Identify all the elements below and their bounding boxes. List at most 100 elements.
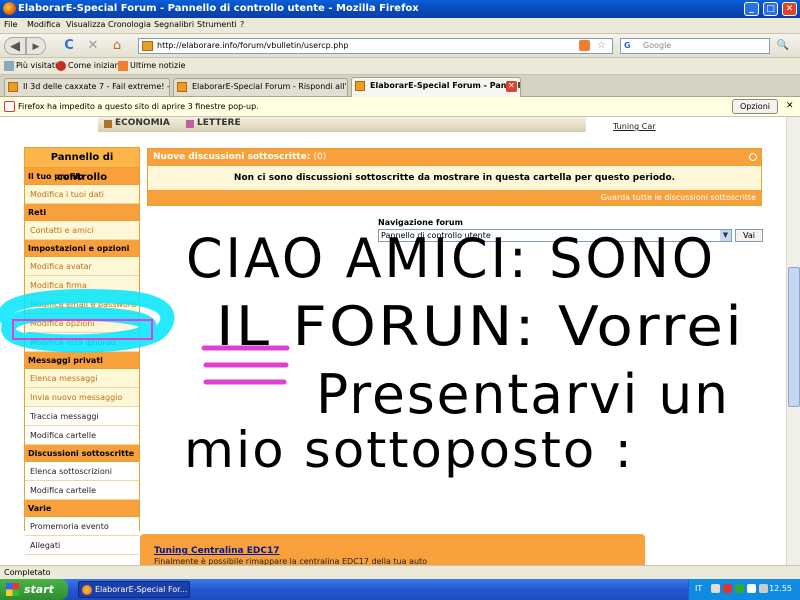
sidebar-item-email-password[interactable]: Modifica email e password: [25, 295, 139, 314]
search-placeholder: Google: [643, 41, 672, 50]
sidebar-heading-misc[interactable]: Varie: [25, 500, 139, 517]
chevron-down-icon[interactable]: ▼: [720, 230, 731, 241]
sidebar-item-edit-sub-folders[interactable]: Modifica cartelle: [25, 481, 139, 500]
tray-icon[interactable]: [711, 584, 720, 593]
tab-favicon: [8, 82, 18, 92]
bookmark-getting-started[interactable]: Come iniziare: [68, 61, 123, 70]
banner-economia[interactable]: ECONOMIA: [115, 118, 170, 128]
sidebar-item-signature[interactable]: Modifica firma: [25, 276, 139, 295]
category-marker: [104, 120, 112, 128]
category-marker: [186, 120, 194, 128]
address-bar[interactable]: http://elaborare.info/forum/vbulletin/us…: [138, 38, 613, 54]
start-label: start: [24, 583, 54, 596]
forum-jump-select[interactable]: Pannello di controllo utente ▼: [378, 229, 732, 242]
menu-strumenti[interactable]: Strumenti: [197, 20, 237, 29]
scrollbar-thumb[interactable]: [788, 267, 800, 407]
taskbar-firefox-item[interactable]: ElaborarE-Special For...: [78, 581, 190, 598]
window-title-bar[interactable]: ElaborarE-Special Forum - Pannello di co…: [0, 0, 800, 18]
menu-bar: File Modifica Visualizza Cronologia Segn…: [0, 18, 800, 34]
star-icon[interactable]: ☆: [597, 39, 606, 53]
sidebar-heading-subscriptions[interactable]: Discussioni sottoscritte: [25, 445, 139, 462]
tab-rispondi[interactable]: ElaborarE-Special Forum - Rispondi all'a…: [173, 78, 348, 96]
forum-navigation: Navigazione forum Pannello di controllo …: [378, 218, 763, 244]
sidebar-item-ignore-list[interactable]: Modifica lista ignorati: [25, 333, 139, 352]
stop-button[interactable]: ✕: [84, 37, 102, 55]
language-indicator[interactable]: IT: [695, 584, 702, 593]
forum-jump-value: Pannello di controllo utente: [381, 231, 491, 240]
back-button[interactable]: ◀: [4, 37, 26, 55]
panel-title: Nuove discussioni sottoscritte:: [153, 152, 311, 162]
google-engine-icon[interactable]: G: [624, 39, 631, 53]
tab-caxxate[interactable]: Il 3d delle caxxate 7 - Fail extreme! - …: [4, 78, 170, 96]
banner-lettere[interactable]: LETTERE: [197, 118, 241, 128]
tab-label: ElaborarE-Special Forum - Rispondi all'a…: [192, 82, 348, 91]
tab-favicon: [355, 81, 365, 91]
handwriting-line-4: mio sottoposto :: [184, 421, 634, 479]
site-banner: ECONOMIA LETTERE: [98, 117, 586, 132]
search-icon[interactable]: 🔍: [774, 37, 792, 55]
sidebar-item-attachments[interactable]: Allegati: [25, 536, 139, 555]
close-window-button[interactable]: ✕: [782, 2, 797, 16]
bookmark-latest-news[interactable]: Ultime notizie: [130, 61, 185, 70]
sidebar-item-send-message[interactable]: Invia nuovo messaggio: [25, 388, 139, 407]
site-favicon: [142, 41, 153, 51]
getting-started-icon: [56, 61, 66, 71]
sidebar-item-edit-profile[interactable]: Modifica i tuoi dati: [25, 185, 139, 204]
sidebar-item-event-reminders[interactable]: Promemoria evento: [25, 517, 139, 536]
tray-icon[interactable]: [735, 584, 744, 593]
panel-count: (0): [313, 152, 327, 162]
sidebar-heading-networks[interactable]: Reti: [25, 204, 139, 221]
volume-icon[interactable]: [759, 584, 768, 593]
sidebar-item-list-subscriptions[interactable]: Elenca sottoscrizioni: [25, 462, 139, 481]
minimize-button[interactable]: _: [744, 2, 759, 16]
popup-options-button[interactable]: Opzioni: [732, 99, 778, 114]
bookmark-most-visited[interactable]: Più visitati: [16, 61, 57, 70]
popup-close-icon[interactable]: ✕: [786, 101, 794, 111]
navigation-toolbar: ◀ ▶ C ✕ ⌂ http://elaborare.info/forum/vb…: [0, 34, 800, 58]
view-all-subscriptions-link[interactable]: Guarda tutte le discussioni sottoscritte: [148, 190, 761, 205]
reload-button[interactable]: C: [60, 37, 78, 55]
control-panel-sidebar: Pannello di controllo Il tuo profilo Mod…: [24, 147, 140, 555]
popup-blocked-bar: Firefox ha impedito a questo sito di apr…: [0, 97, 800, 117]
sidebar-item-list-messages[interactable]: Elenca messaggi: [25, 369, 139, 388]
tab-label: ElaborarE-Special Forum - Pannel...: [370, 81, 521, 90]
sidebar-item-track-messages[interactable]: Traccia messaggi: [25, 407, 139, 426]
clock: 12.55: [769, 584, 792, 593]
panel-header: Nuove discussioni sottoscritte: (0): [148, 149, 761, 166]
menu-help[interactable]: ?: [240, 20, 244, 29]
tab-close-icon[interactable]: ✕: [506, 81, 517, 92]
page-scrollbar[interactable]: [786, 117, 800, 565]
antivirus-icon[interactable]: [723, 584, 732, 593]
tab-pannello[interactable]: ElaborarE-Special Forum - Pannel... ✕: [351, 77, 521, 97]
sidebar-heading-private-messages[interactable]: Messaggi privati: [25, 352, 139, 369]
sidebar-heading-settings[interactable]: Impostazioni e opzioni: [25, 240, 139, 257]
network-icon[interactable]: [747, 584, 756, 593]
handwriting-line-3: Presentarvi un: [316, 363, 730, 426]
tuning-car-link[interactable]: Tuning Car: [613, 122, 656, 131]
tab-label: Il 3d delle caxxate 7 - Fail extreme! - …: [23, 82, 170, 91]
sidebar-item-options[interactable]: Modifica opzioni: [25, 314, 139, 333]
menu-visualizza[interactable]: Visualizza: [66, 20, 105, 29]
sidebar-item-contacts[interactable]: Contatti e amici: [25, 221, 139, 240]
go-button[interactable]: Vai: [735, 229, 763, 242]
sidebar-item-edit-pm-folders[interactable]: Modifica cartelle: [25, 426, 139, 445]
menu-cronologia[interactable]: Cronologia: [108, 20, 151, 29]
menu-segnalibri[interactable]: Segnalibri: [154, 20, 194, 29]
start-button[interactable]: start: [0, 579, 68, 600]
sidebar-item-avatar[interactable]: Modifica avatar: [25, 257, 139, 276]
maximize-button[interactable]: □: [763, 2, 778, 16]
forward-button[interactable]: ▶: [26, 37, 46, 55]
search-input[interactable]: G Google: [620, 38, 770, 54]
magenta-lines: [201, 345, 290, 385]
handwriting-line-2: IL FORUN: Vorrei: [216, 295, 744, 358]
rss-icon[interactable]: [579, 40, 590, 51]
sidebar-heading-profile[interactable]: Il tuo profilo: [25, 168, 139, 185]
menu-modifica[interactable]: Modifica: [27, 20, 60, 29]
home-button[interactable]: ⌂: [108, 37, 126, 55]
collapse-icon[interactable]: [749, 153, 757, 161]
tab-bar: Il 3d delle caxxate 7 - Fail extreme! - …: [0, 75, 800, 97]
ad-title-link[interactable]: Tuning Centralina EDC17: [154, 546, 280, 556]
ad-text: Finalmente è possibile rimappare la cent…: [154, 557, 428, 565]
firefox-icon: [3, 2, 16, 15]
menu-file[interactable]: File: [4, 20, 17, 29]
